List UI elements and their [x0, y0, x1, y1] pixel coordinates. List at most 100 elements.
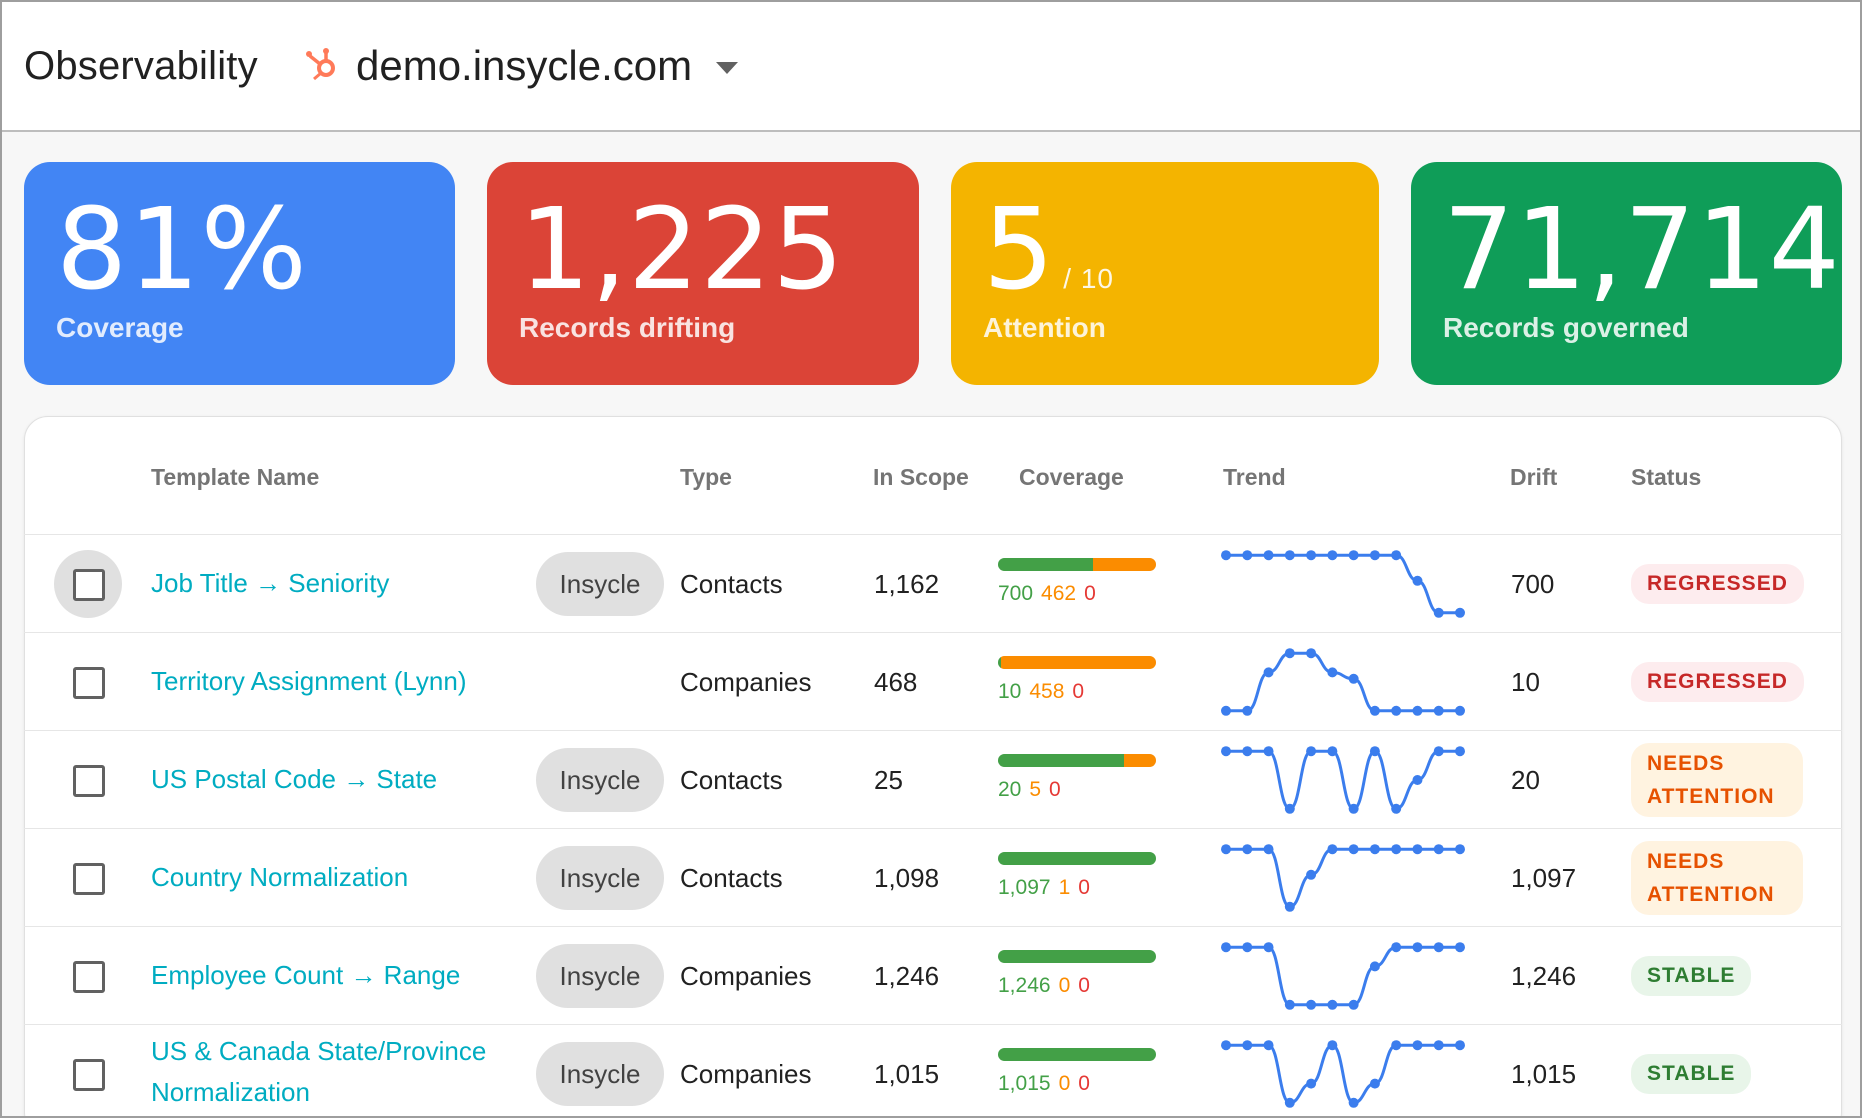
in-scope-count: 1,015 [874, 1059, 940, 1089]
status-badge: REGRESSED [1631, 662, 1804, 702]
kpi-attention-card[interactable]: 5/ 10 Attention [951, 162, 1379, 385]
trend-point [1455, 705, 1465, 716]
column-header-in-scope[interactable]: In Scope [873, 464, 969, 491]
source-chip[interactable]: Insycle [536, 552, 664, 616]
row-select-checkbox[interactable] [54, 648, 122, 716]
trend-point [1391, 705, 1402, 716]
coverage-bar-green [998, 558, 1094, 571]
source-chip[interactable]: Insycle [536, 748, 664, 812]
coverage-bar [998, 754, 1156, 767]
trend-point [1412, 705, 1423, 716]
in-scope-count: 1,162 [874, 569, 940, 599]
kpi-governed-card[interactable]: 71,714 Records governed [1411, 162, 1842, 385]
trend-point [1455, 746, 1465, 757]
coverage-bar-orange [1124, 754, 1156, 767]
trend-point [1369, 746, 1380, 757]
coverage-count-orange: 0 [1058, 974, 1071, 997]
status-badge: STABLE [1631, 1054, 1752, 1094]
trend-point [1242, 942, 1253, 953]
column-header-coverage[interactable]: Coverage [1019, 464, 1124, 491]
table-row[interactable]: US & Canada State/Province Normalization I… [24, 1025, 1842, 1116]
template-name-link[interactable]: Employee Count → Range [151, 955, 460, 996]
coverage-count-green: 1,246 [998, 974, 1051, 997]
status-badge: STABLE [1631, 956, 1752, 996]
table-row[interactable]: US Postal Code → State Insycle Contacts 25 2… [24, 731, 1842, 829]
trend-point [1455, 607, 1465, 618]
trend-point [1306, 1078, 1317, 1089]
kpi-coverage-card[interactable]: 81% Coverage [24, 162, 455, 385]
coverage-count-green: 1,015 [998, 1072, 1051, 1095]
kpi-drifting-card[interactable]: 1,225 Records drifting [487, 162, 919, 385]
coverage-bar [998, 852, 1156, 865]
trend-point [1391, 1040, 1402, 1051]
kpi-coverage-value: 81% [56, 185, 308, 315]
portal-selector[interactable]: demo.insycle.com [356, 42, 692, 90]
trend-point [1455, 1040, 1465, 1051]
table-row[interactable]: Employee Count → Range Insycle Companies 1,… [24, 927, 1842, 1025]
trend-point [1433, 746, 1444, 757]
coverage-counts: 10 458 0 [998, 680, 1084, 704]
object-type: Companies [680, 961, 812, 991]
trend-sparkline [1221, 1040, 1465, 1108]
checkbox-box [73, 1059, 105, 1091]
column-header-type[interactable]: Type [680, 464, 732, 491]
drift-count: 700 [1511, 569, 1555, 599]
coverage-bar-green [998, 950, 1156, 963]
checkbox-box [73, 667, 105, 699]
source-chip[interactable]: Insycle [536, 1042, 664, 1106]
table-row[interactable]: Job Title → Seniority Insycle Contacts 1,16… [24, 535, 1842, 633]
trend-point [1369, 550, 1380, 561]
trend-line [1226, 749, 1460, 811]
coverage-count-red: 0 [1078, 974, 1090, 997]
row-select-checkbox[interactable] [54, 942, 122, 1010]
kpi-drifting-value: 1,225 [519, 185, 845, 315]
row-select-checkbox[interactable] [54, 1040, 122, 1108]
coverage-count-orange: 0 [1058, 1072, 1071, 1095]
column-header-status[interactable]: Status [1631, 464, 1701, 491]
trend-point [1412, 1040, 1423, 1051]
trend-point [1263, 1040, 1274, 1051]
trend-point [1306, 648, 1317, 659]
trend-sparkline [1221, 746, 1465, 814]
source-chip[interactable]: Insycle [536, 846, 664, 910]
trend-line [1226, 553, 1460, 615]
coverage-count-orange: 5 [1029, 778, 1042, 801]
trend-point [1433, 942, 1444, 953]
trend-point [1263, 746, 1274, 757]
table-row[interactable]: Territory Assignment (Lynn) Companies 468 1… [24, 633, 1842, 731]
row-select-checkbox[interactable] [54, 550, 122, 618]
caret-down-icon[interactable] [714, 60, 740, 76]
trend-point [1412, 942, 1423, 953]
trend-point [1284, 803, 1295, 814]
coverage-count-red: 0 [1078, 876, 1090, 899]
trend-point [1455, 942, 1465, 953]
template-name-link[interactable]: US Postal Code → State [151, 759, 437, 800]
table-row[interactable]: Country Normalization Insycle Contacts 1,09… [24, 829, 1842, 927]
coverage-counts: 1,015 0 0 [998, 1072, 1090, 1096]
trend-line [1226, 847, 1460, 909]
column-header-template-name[interactable]: Template Name [151, 464, 319, 491]
in-scope-count: 468 [874, 667, 918, 697]
trend-point [1327, 1040, 1338, 1051]
source-chip[interactable]: Insycle [536, 944, 664, 1008]
template-name-link[interactable]: Job Title → Seniority [151, 563, 389, 604]
kpi-drifting-label: Records drifting [519, 312, 736, 343]
template-name-link[interactable]: US & Canada State/Province Normalization [151, 1031, 486, 1113]
trend-point [1284, 901, 1295, 912]
template-name-link[interactable]: Territory Assignment (Lynn) [151, 661, 466, 702]
coverage-count-red: 0 [1072, 680, 1085, 703]
column-header-drift[interactable]: Drift [1510, 464, 1557, 491]
trend-point [1455, 844, 1465, 855]
trend-point [1327, 844, 1338, 855]
row-select-checkbox[interactable] [54, 746, 122, 814]
coverage-count-green: 700 [998, 582, 1034, 605]
trend-point [1221, 746, 1231, 757]
row-select-checkbox[interactable] [54, 844, 122, 912]
coverage-bar [998, 656, 1156, 669]
drift-count: 1,015 [1511, 1059, 1577, 1089]
trend-point [1242, 705, 1253, 716]
trend-point [1327, 999, 1338, 1010]
template-name-link[interactable]: Country Normalization [151, 857, 408, 898]
column-header-trend[interactable]: Trend [1223, 464, 1286, 491]
trend-point [1433, 844, 1444, 855]
